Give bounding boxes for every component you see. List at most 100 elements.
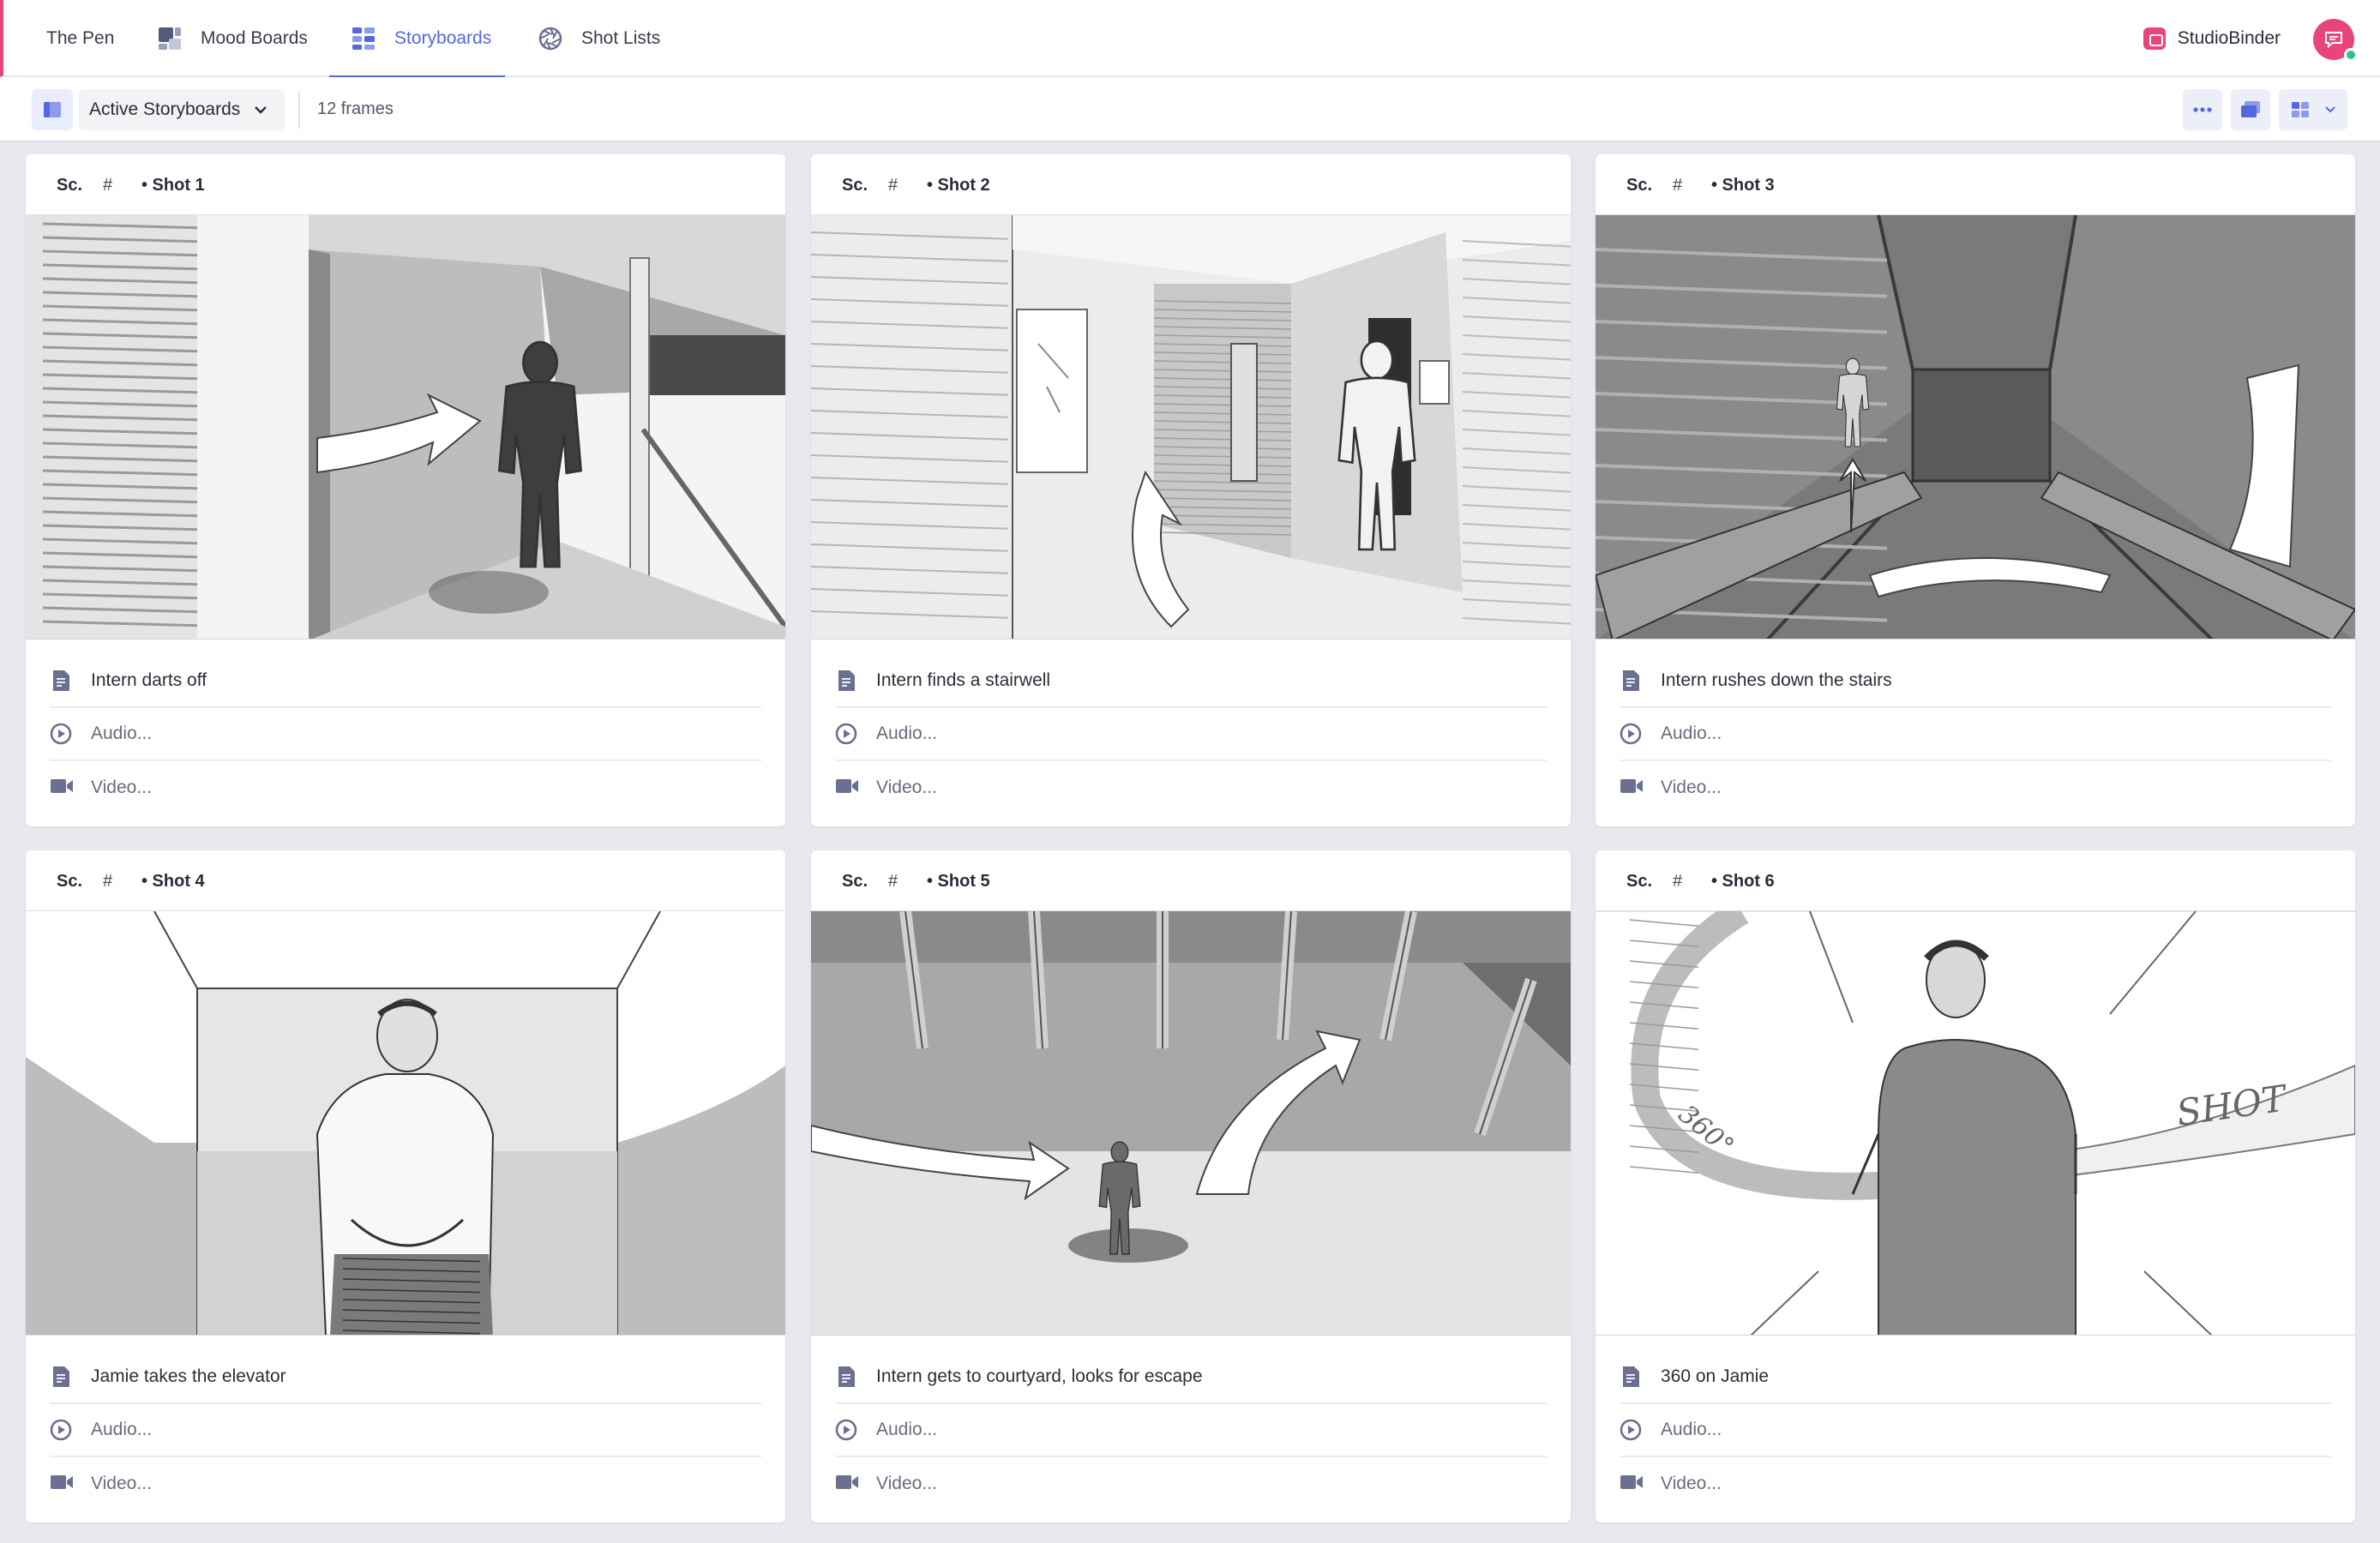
description-row[interactable]: Intern rushes down the stairs: [1620, 655, 2331, 708]
document-icon: [835, 1366, 857, 1388]
frame-description: Intern darts off: [91, 670, 207, 690]
frame-image[interactable]: [811, 910, 1571, 1336]
tab-label: The Pen: [46, 28, 115, 48]
document-icon: [835, 669, 857, 692]
audio-row[interactable]: Audio...: [835, 708, 1547, 761]
document-icon: [50, 669, 72, 692]
scene-label: Sc.: [1626, 872, 1653, 891]
aperture-icon: [538, 27, 562, 51]
description-row[interactable]: Jamie takes the elevator: [50, 1351, 761, 1404]
frame-description: Intern finds a stairwell: [876, 670, 1051, 690]
audio-row[interactable]: Audio...: [1620, 1404, 2331, 1457]
video-camera-icon: [835, 1473, 858, 1495]
play-circle-icon: [50, 723, 72, 745]
document-icon: [1620, 669, 1642, 692]
scene-number-field[interactable]: #: [1673, 872, 1682, 892]
presentation-icon: [2241, 101, 2260, 117]
video-row[interactable]: Video...: [1620, 1457, 2331, 1510]
scene-number-field[interactable]: #: [888, 872, 898, 892]
studiobinder-logo-icon: [2143, 27, 2166, 50]
storyboard-frame-card-4[interactable]: Sc. # • Shot 4 Jamie takes the elevator …: [26, 850, 785, 1522]
scene-number-field[interactable]: #: [103, 872, 112, 892]
video-camera-icon: [1620, 1473, 1643, 1495]
scene-label: Sc.: [1626, 176, 1653, 195]
video-row[interactable]: Video...: [50, 761, 761, 814]
shot-number: • Shot 6: [1711, 872, 1775, 891]
play-circle-icon: [1620, 723, 1642, 745]
scene-number-field[interactable]: #: [103, 176, 112, 195]
ellipsis-icon: [2193, 107, 2212, 112]
video-camera-icon: [1620, 777, 1643, 799]
storyboard-icon: [352, 27, 376, 51]
shot-number: • Shot 2: [927, 176, 990, 195]
audio-row[interactable]: Audio...: [1620, 708, 2331, 761]
toolbar: Active Storyboards 12 frames: [0, 77, 2380, 142]
sketch-shot-2: [811, 215, 1571, 639]
online-status-icon: [2344, 48, 2358, 62]
frame-description: Intern rushes down the stairs: [1661, 670, 1892, 690]
view-layout-button[interactable]: [2279, 89, 2347, 130]
description-row[interactable]: Intern gets to courtyard, looks for esca…: [835, 1351, 1547, 1404]
frame-image[interactable]: [26, 910, 785, 1336]
video-row[interactable]: Video...: [1620, 761, 2331, 814]
frame-image[interactable]: [811, 214, 1571, 639]
audio-row[interactable]: Audio...: [50, 708, 761, 761]
storyboard-frame-card-2[interactable]: Sc. # • Shot 2 Intern finds a stairwell …: [811, 154, 1571, 826]
chevron-down-icon: [255, 106, 267, 114]
scene-label: Sc.: [842, 872, 868, 891]
play-circle-icon: [835, 723, 857, 745]
audio-row[interactable]: Audio...: [50, 1404, 761, 1457]
video-row[interactable]: Video...: [835, 1457, 1547, 1510]
video-placeholder: Video...: [876, 1474, 937, 1493]
more-options-button[interactable]: [2183, 89, 2222, 130]
tab-storyboards[interactable]: Storyboards: [328, 0, 506, 79]
video-row[interactable]: Video...: [835, 761, 1547, 814]
frame-image[interactable]: [1596, 214, 2355, 639]
frame-header: Sc. # • Shot 3: [1596, 154, 2355, 214]
video-camera-icon: [835, 777, 858, 799]
tab-label: Mood Boards: [201, 28, 308, 48]
play-circle-icon: [1620, 1419, 1642, 1441]
audio-placeholder: Audio...: [91, 1420, 153, 1439]
storyboard-filter-dropdown[interactable]: Active Storyboards: [79, 89, 285, 130]
sketch-shot-3: [1596, 215, 2355, 639]
frame-header: Sc. # • Shot 2: [811, 154, 1571, 214]
tab-mood-boards[interactable]: Mood Boards: [158, 0, 308, 77]
frame-image[interactable]: 360° SHOT: [1596, 910, 2355, 1336]
tab-label: Shot Lists: [581, 28, 661, 48]
brand[interactable]: StudioBinder: [2143, 0, 2281, 77]
storyboard-frame-card-5[interactable]: Sc. # • Shot 5 Intern gets to courtyard,…: [811, 850, 1571, 1522]
storyboard-frame-card-6[interactable]: Sc. # • Shot 6 360° SHOT 360 on Jamie Aud…: [1596, 850, 2355, 1522]
frame-header: Sc. # • Shot 4: [26, 850, 785, 910]
chevron-down-icon: [2325, 106, 2335, 113]
description-row[interactable]: Intern darts off: [50, 655, 761, 708]
present-button[interactable]: [2231, 89, 2270, 130]
video-placeholder: Video...: [1661, 778, 1722, 797]
play-circle-icon: [835, 1419, 857, 1441]
document-icon: [50, 1366, 72, 1388]
scene-number-field[interactable]: #: [888, 176, 898, 195]
frame-description: Intern gets to courtyard, looks for esca…: [876, 1366, 1203, 1386]
tab-the-pen[interactable]: The Pen: [46, 0, 114, 77]
storyboard-frame-card-1[interactable]: Sc. # • Shot 1 Intern darts off Audio...: [26, 154, 785, 826]
audio-row[interactable]: Audio...: [835, 1404, 1547, 1457]
sidebar-toggle-button[interactable]: [32, 89, 73, 130]
description-row[interactable]: Intern finds a stairwell: [835, 655, 1547, 708]
brand-name: StudioBinder: [2177, 28, 2281, 48]
tab-shot-lists[interactable]: Shot Lists: [538, 0, 660, 77]
storyboard-frame-card-3[interactable]: Sc. # • Shot 3 Intern rushes down the st…: [1596, 154, 2355, 826]
moodboard-icon: [158, 27, 182, 51]
shot-number: • Shot 4: [141, 872, 205, 891]
shot-number: • Shot 5: [927, 872, 990, 891]
scene-label: Sc.: [57, 176, 83, 195]
frame-header: Sc. # • Shot 1: [26, 154, 785, 214]
avatar[interactable]: [2313, 19, 2358, 62]
tab-label: Storyboards: [394, 28, 492, 48]
description-row[interactable]: 360 on Jamie: [1620, 1351, 2331, 1404]
scene-number-field[interactable]: #: [1673, 176, 1682, 195]
video-camera-icon: [50, 1473, 73, 1495]
sidebar-icon: [44, 102, 61, 117]
video-row[interactable]: Video...: [50, 1457, 761, 1510]
frame-image[interactable]: [26, 214, 785, 639]
dropdown-label: Active Storyboards: [89, 99, 241, 119]
